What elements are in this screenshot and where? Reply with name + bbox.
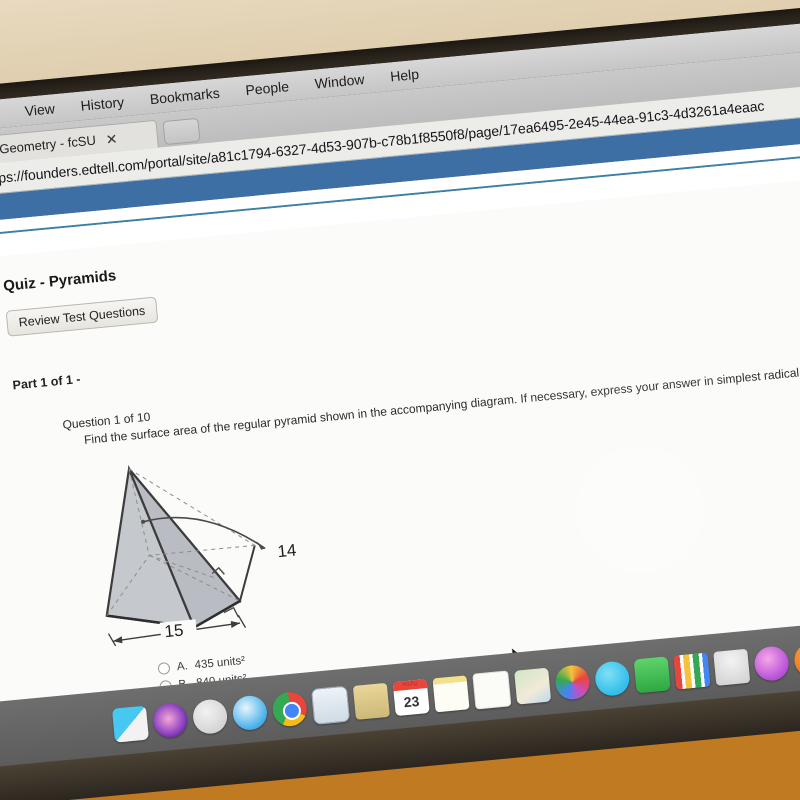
menu-item-bookmarks[interactable]: Bookmarks <box>149 85 220 108</box>
slant-height-label: 14 <box>277 541 298 562</box>
launchpad-icon[interactable] <box>191 698 229 736</box>
folder-icon[interactable] <box>352 682 390 720</box>
chrome-icon[interactable] <box>271 690 309 728</box>
notes-icon[interactable] <box>432 675 470 713</box>
radio-icon-a[interactable] <box>157 661 171 676</box>
review-test-questions-button[interactable]: Review Test Questions <box>5 296 159 337</box>
base-edge-label: 15 <box>164 621 185 642</box>
safari-icon[interactable] <box>231 694 269 732</box>
keynote-icon[interactable] <box>713 648 751 686</box>
facetime-icon[interactable] <box>633 656 671 694</box>
calendar-day: 23 <box>403 692 421 711</box>
menu-item-history[interactable]: History <box>80 94 125 114</box>
pyramid-svg: 14 15 <box>105 464 298 647</box>
messages-icon[interactable] <box>593 660 631 698</box>
menu-item-view[interactable]: View <box>24 100 55 119</box>
preview-icon[interactable] <box>310 685 351 725</box>
tab-title: Geometry - fcSU <box>0 132 97 157</box>
calendar-icon[interactable]: AUG 23 <box>392 679 430 717</box>
numbers-icon[interactable] <box>673 652 711 690</box>
ibooks-icon[interactable] <box>792 641 800 679</box>
option-a-text: 435 units² <box>194 654 246 672</box>
maps-icon[interactable] <box>514 667 552 705</box>
laptop-photo-scene: t View History Bookmarks People Window H… <box>0 0 800 800</box>
new-tab-button[interactable] <box>162 117 201 146</box>
option-a-letter: A. <box>176 660 189 674</box>
menu-item-window[interactable]: Window <box>314 71 365 92</box>
close-icon[interactable]: ✕ <box>105 130 118 147</box>
photos-icon[interactable] <box>553 663 592 701</box>
contacts-icon[interactable] <box>472 670 512 710</box>
menu-item-help[interactable]: Help <box>389 66 419 85</box>
menu-item-people[interactable]: People <box>245 78 290 98</box>
finder-icon[interactable] <box>111 705 149 743</box>
siri-icon[interactable] <box>151 701 189 739</box>
itunes-icon[interactable] <box>753 645 791 683</box>
